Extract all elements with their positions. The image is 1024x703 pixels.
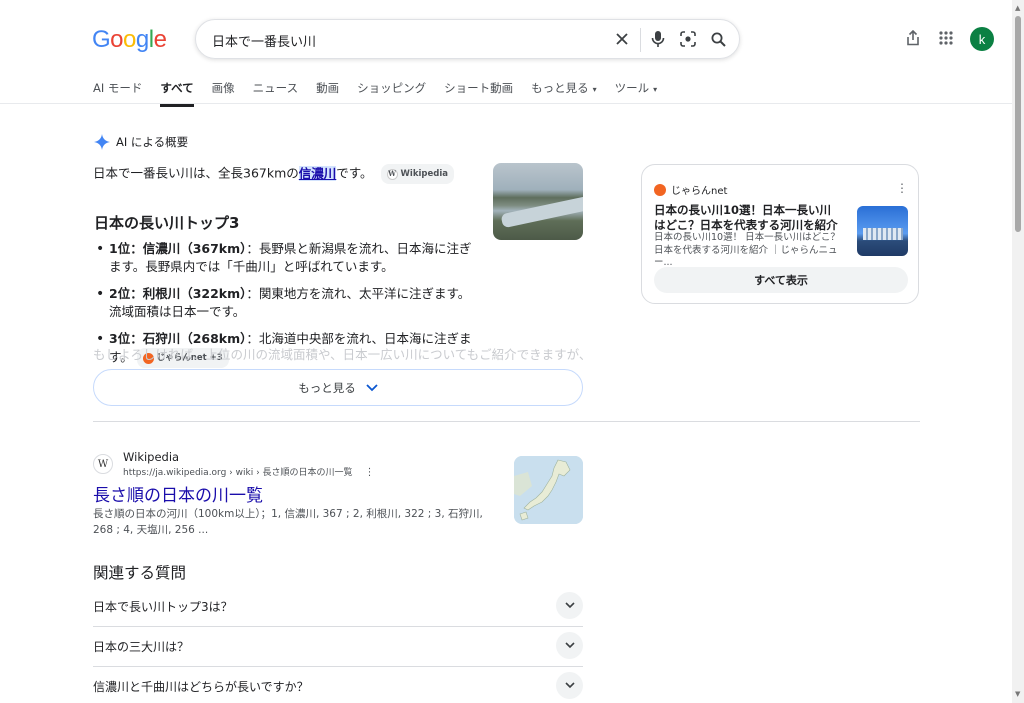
result-url-text: https://ja.wikipedia.org › wiki › 長さ順の日本…: [123, 468, 353, 478]
related-question-row[interactable]: 日本で長い川トップ3は？: [93, 587, 583, 627]
apps-grid-icon[interactable]: [936, 28, 956, 48]
tab-label: AI モード: [93, 81, 143, 95]
question-text: 日本の三大川は？: [93, 640, 190, 654]
card-thumbnail[interactable]: [857, 206, 908, 256]
ai-intro-text: 日本で一番長い川は、全長367kmの: [93, 165, 299, 181]
sparkle-icon: [94, 134, 110, 150]
chevron-down-icon[interactable]: [556, 592, 583, 619]
related-questions-heading: 関連する質問: [93, 564, 187, 582]
list-item: 2位：利根川（322km）：関東地方を流れ、太平洋に注ぎます。流域面積は日本一で…: [96, 285, 479, 321]
avatar[interactable]: k: [970, 27, 994, 51]
skyline-shape: [863, 228, 903, 240]
chip-label: Wikipedia: [400, 169, 448, 179]
wikipedia-icon: W: [386, 168, 398, 180]
caret-down-icon: ▾: [653, 85, 658, 94]
tab-label: もっと見る: [531, 81, 589, 95]
tabs-divider: [0, 103, 1012, 104]
caret-down-icon: ▾: [592, 85, 597, 94]
ai-section-title: 日本の長い川トップ3: [94, 214, 240, 232]
tab-label: すべて: [160, 81, 194, 95]
search-icon[interactable]: [708, 29, 728, 49]
logo-letter: G: [92, 26, 111, 53]
jalan-icon: [654, 183, 666, 196]
result-title-link[interactable]: 長さ順の日本の川一覧: [93, 481, 263, 506]
search-divider: [640, 28, 641, 52]
tab-label: 画像: [211, 81, 235, 95]
section-divider: [93, 421, 920, 422]
item-bold: 1位：信濃川（367km）: [109, 241, 247, 256]
tab-label: ニュース: [252, 81, 299, 95]
share-icon[interactable]: [903, 28, 923, 48]
result-url[interactable]: https://ja.wikipedia.org › wiki › 長さ順の日本…: [123, 465, 375, 478]
lens-camera-icon[interactable]: [678, 29, 698, 49]
card-source: じゃらんnet: [654, 182, 727, 197]
card-snippet: 日本の長い川10選！ 日本一長い川はどこ？ 日本を代表する河川を紹介 ｜じゃらん…: [654, 232, 840, 268]
question-text: 信濃川と千曲川はどちらが長いですか？: [93, 680, 309, 694]
related-question-row[interactable]: 日本の三大川は？: [93, 627, 583, 667]
show-more-label: もっと見る: [298, 380, 356, 395]
source-card[interactable]: じゃらんnet ⋮ 日本の長い川10選！日本一長い川はどこ？日本を代表する河川を…: [641, 164, 919, 304]
river-shape: [500, 195, 583, 229]
ai-overview-title: AI による概要: [116, 135, 189, 149]
clear-icon[interactable]: [612, 29, 632, 49]
card-source-name: じゃらんnet: [671, 186, 728, 197]
question-text: 日本で長い川トップ3は？: [93, 600, 233, 614]
more-options-icon[interactable]: ⋮: [365, 467, 375, 478]
river-photo[interactable]: [493, 163, 583, 240]
scroll-down-arrow-icon[interactable]: ▼: [1015, 690, 1020, 698]
tab-label: ツール: [614, 81, 650, 95]
related-question-row[interactable]: 信濃川と千曲川はどちらが長いですか？: [93, 667, 583, 703]
japan-map-thumbnail[interactable]: [514, 456, 583, 524]
ai-intro-text-end: です。: [336, 165, 373, 181]
tab-label: 動画: [316, 81, 340, 95]
result-site-name[interactable]: Wikipedia: [123, 450, 179, 464]
logo-letter: o: [110, 26, 124, 53]
chevron-down-icon[interactable]: [556, 672, 583, 699]
logo-letter: e: [153, 26, 167, 53]
ai-overview-header: AI による概要: [94, 134, 188, 150]
google-logo[interactable]: Google: [92, 26, 167, 54]
tab-label: ショート動画: [444, 81, 514, 95]
chevron-down-icon: [366, 383, 378, 391]
page-scrollbar[interactable]: ▲ ▼: [1012, 0, 1024, 703]
show-more-button[interactable]: もっと見る: [93, 369, 583, 406]
result-snippet: 長さ順の日本の河川（100km以上）；1, 信濃川, 367 ; 2, 利根川,…: [93, 508, 483, 536]
microphone-icon[interactable]: [648, 29, 668, 49]
show-all-button[interactable]: すべて表示: [654, 267, 908, 293]
logo-letter: g: [135, 26, 149, 53]
list-item: 1位：信濃川（367km）：長野県と新潟県を流れ、日本海に注ぎます。長野県内では…: [96, 240, 479, 276]
wikipedia-favicon: W: [93, 454, 113, 474]
source-chip-wikipedia[interactable]: W Wikipedia: [380, 164, 454, 184]
card-title[interactable]: 日本の長い川10選！日本一長い川はどこ？日本を代表する河川を紹介: [654, 203, 842, 233]
item-bold: 2位：利根川（322km）: [109, 286, 247, 301]
scroll-up-arrow-icon[interactable]: ▲: [1015, 4, 1020, 12]
chevron-down-icon[interactable]: [556, 632, 583, 659]
ai-intro: 日本で一番長い川は、全長367kmの信濃川です。 W Wikipedia: [93, 164, 483, 184]
search-box[interactable]: 日本で一番長い川: [195, 19, 740, 59]
ai-faded-text: もしよろしければ、上位の川の流域面積や、日本一広い川についてもご紹介できますが、: [93, 347, 583, 362]
tab-label: ショッピング: [357, 81, 427, 95]
more-options-icon[interactable]: ⋮: [896, 181, 908, 195]
search-input[interactable]: 日本で一番長い川: [212, 31, 316, 50]
ai-intro-link[interactable]: 信濃川: [298, 165, 337, 181]
scrollbar-thumb[interactable]: [1015, 16, 1021, 232]
logo-letter: o: [123, 26, 136, 53]
